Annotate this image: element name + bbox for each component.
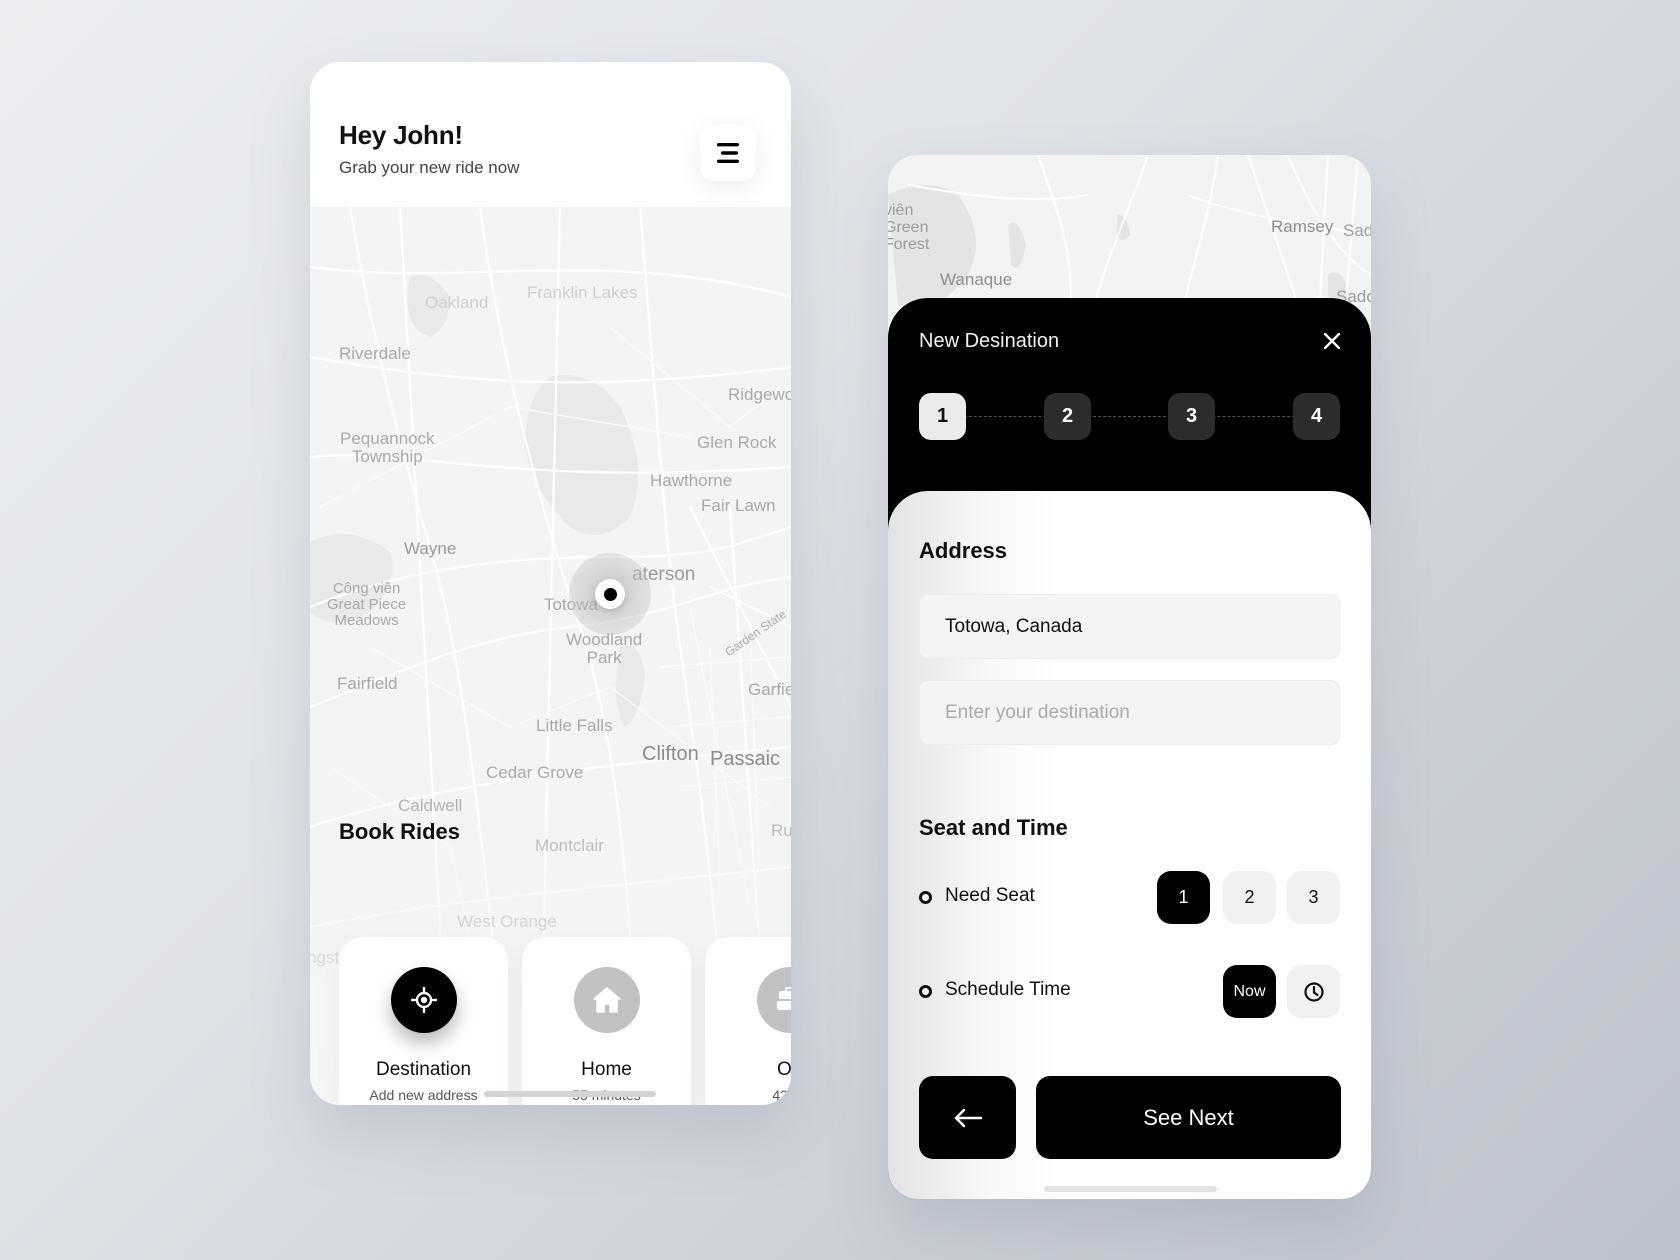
bullet-icon	[919, 891, 932, 904]
back-button[interactable]	[919, 1076, 1016, 1159]
step-indicator: 1 2 3 4	[919, 393, 1340, 440]
map-label: Oakland	[425, 293, 489, 312]
home-indicator[interactable]	[484, 1091, 656, 1097]
ride-card-office[interactable]: Off 42 mi	[705, 937, 791, 1105]
origin-field[interactable]	[919, 594, 1340, 659]
ride-card-destination[interactable]: Destination Add new address	[339, 937, 508, 1105]
clock-icon	[1303, 981, 1324, 1002]
ride-card-subtitle: 42 mi	[772, 1087, 791, 1103]
close-button[interactable]	[1317, 326, 1347, 356]
map-label: Pequannock Township	[340, 429, 435, 466]
ride-card-title: Off	[777, 1059, 791, 1080]
need-seat-label: Need Seat	[945, 885, 1035, 906]
seat-option-1[interactable]: 1	[1157, 871, 1210, 924]
bullet-icon	[919, 985, 932, 998]
map-label: Công viên Great Piece Meadows	[327, 580, 407, 629]
arrow-left-icon	[954, 1108, 982, 1127]
menu-button[interactable]	[700, 125, 756, 181]
need-seat-row: Need Seat 1 2 3	[919, 871, 1340, 924]
schedule-clock-button[interactable]	[1287, 965, 1340, 1018]
map-label: Fair Lawn	[701, 496, 776, 515]
ride-card-subtitle: Add new address	[369, 1087, 478, 1103]
schedule-time-row: Schedule Time Now	[919, 965, 1340, 1018]
book-rides-title: Book Rides	[339, 819, 461, 844]
menu-icon	[717, 143, 739, 163]
home-indicator[interactable]	[1044, 1186, 1217, 1192]
map-label: Passaic	[710, 748, 781, 770]
home-screen: Oakland Franklin Lakes Riverdale Ridgewo…	[310, 62, 791, 1105]
home-icon	[573, 967, 640, 1033]
destination-field[interactable]	[919, 680, 1340, 745]
map-label: Woodland Park	[566, 630, 643, 667]
schedule-time-label: Schedule Time	[945, 979, 1071, 1000]
greeting-title: Hey John!	[339, 120, 463, 150]
target-location-icon	[390, 967, 457, 1033]
close-icon	[1323, 332, 1341, 350]
map-label: Wanaque	[940, 270, 1013, 289]
map-label: Clifton	[642, 743, 699, 765]
seat-option-3[interactable]: 3	[1287, 871, 1340, 924]
map-label: Sad	[1343, 221, 1371, 240]
step-2[interactable]: 2	[1044, 393, 1091, 440]
destination-input[interactable]	[945, 701, 1339, 724]
map-label: Little Falls	[536, 716, 613, 735]
map-label: Fairfield	[337, 674, 398, 693]
sheet-title: New Desination	[919, 330, 1060, 352]
current-location-pin[interactable]	[595, 579, 625, 609]
pin-dot	[603, 587, 617, 601]
app-header: Hey John! Grab your new ride now	[310, 62, 791, 207]
see-next-button[interactable]: See Next	[1036, 1076, 1341, 1159]
seat-time-section-title: Seat and Time	[919, 815, 1068, 840]
seat-option-2[interactable]: 2	[1223, 871, 1276, 924]
greeting-subtitle: Grab your new ride now	[339, 158, 520, 177]
map-label: viên Green Forest	[888, 202, 930, 253]
origin-input[interactable]	[945, 615, 1339, 638]
map-label: Hawthorne	[650, 471, 733, 490]
stepper-connector	[939, 416, 1320, 417]
ride-card-home[interactable]: Home 55 minutes	[522, 937, 691, 1105]
address-section-title: Address	[919, 538, 1008, 563]
map-label: Glen Rock	[697, 433, 777, 452]
ride-card-title: Destination	[375, 1059, 472, 1080]
schedule-now-button[interactable]: Now	[1223, 965, 1276, 1018]
map-label: Franklin Lakes	[527, 283, 638, 302]
step-3[interactable]: 3	[1168, 393, 1215, 440]
map-label: Ridgewo	[728, 385, 791, 404]
step-1[interactable]: 1	[919, 393, 966, 440]
new-destination-screen: viên Green Forest Wanaque Ramsey Sad Sad…	[888, 155, 1371, 1199]
map-label: Garfie	[748, 680, 791, 699]
map-label: Ramsey	[1271, 217, 1334, 236]
office-briefcase-icon	[756, 967, 791, 1033]
map-label: Riverdale	[339, 344, 411, 363]
ride-card-title: Home	[581, 1059, 632, 1080]
map-label: Wayne	[404, 539, 457, 558]
step-4[interactable]: 4	[1293, 393, 1340, 440]
